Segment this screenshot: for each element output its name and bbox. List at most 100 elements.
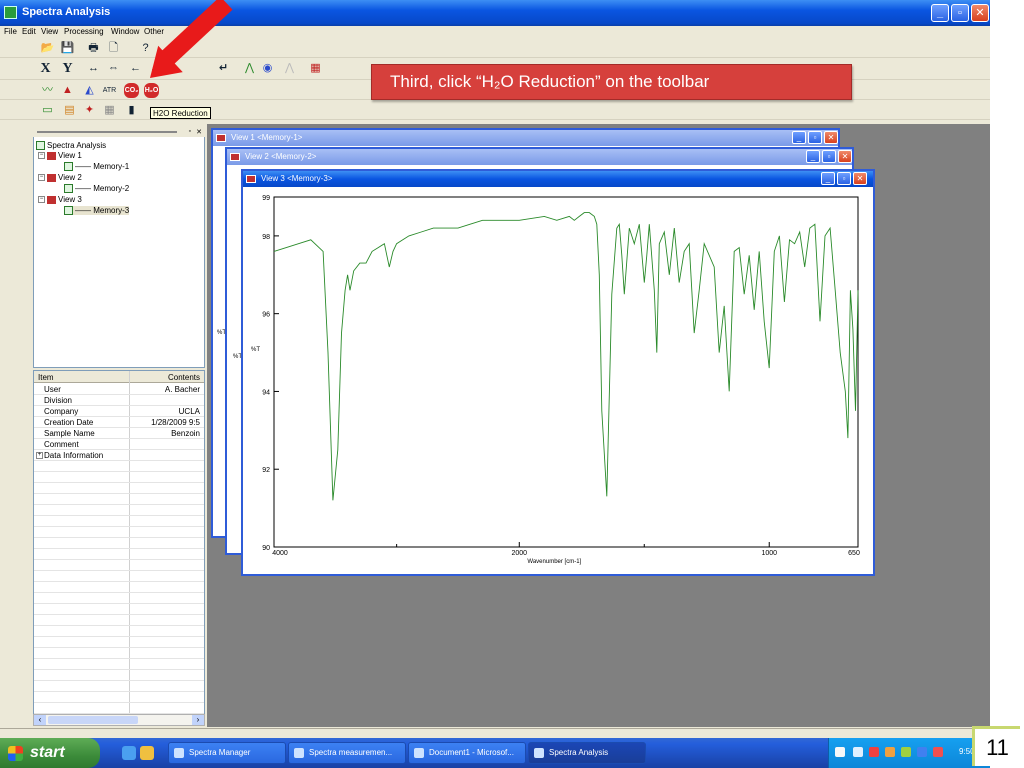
task-spectra-analysis[interactable]: Spectra Analysis [528,742,646,764]
close-panel-icon[interactable]: ✕ [196,128,202,136]
scroll-left-icon[interactable]: ‹ [34,715,46,725]
empty-row [34,637,204,648]
empty-row [34,670,204,681]
minimize-button[interactable]: _ [821,172,835,185]
antivirus-tray-icon[interactable] [869,747,879,757]
browser-icon[interactable] [122,746,136,760]
bar-chart-icon[interactable]: ▮ [124,103,139,118]
property-row[interactable]: Sample Name Benzoin [34,428,204,439]
property-row[interactable]: Division [34,395,204,406]
maximize-button[interactable]: ▫ [808,131,822,144]
spectrum-chart[interactable]: 90 92 94 96 98 99 4000 2000 1000 650 Wavenumber [c… [243,188,873,573]
menu-window[interactable]: Window [111,27,139,36]
menu-file[interactable]: File [4,27,17,36]
x-axis-label: Wavenumber [cm-1] [527,559,581,565]
table-icon[interactable]: ▤ [62,103,77,118]
x-axis-button[interactable]: X [38,61,53,76]
subwindow-title: View 2 <Memory-2> [245,152,317,161]
baseline-icon[interactable]: ▲ [60,83,75,98]
view-label: View 3 [58,195,82,204]
property-row[interactable]: Comment [34,439,204,450]
spectrum-view-icon[interactable]: ▭ [40,103,55,118]
print-icon[interactable]: 🖶 [86,41,101,56]
maximize-button[interactable]: ▫ [951,4,969,22]
title-bar[interactable]: Spectra Analysis _ ▫ ✕ [0,0,990,26]
derivative-icon[interactable]: ◭ [82,83,97,98]
task-spectra-manager[interactable]: Spectra Manager [168,742,286,764]
minimize-button[interactable]: _ [792,131,806,144]
media-icon[interactable] [140,746,154,760]
task-document1[interactable]: Document1 - Microsof... [408,742,526,764]
subwindow-titlebar[interactable]: View 3 <Memory-3> _ ▫ ✕ [243,171,873,187]
restore-panel-icon[interactable]: ▫ [189,128,191,135]
collapse-icon[interactable]: − [38,152,45,160]
collapse-icon[interactable]: − [38,174,45,182]
subwindow-titlebar[interactable]: View 1 <Memory-1> _ ▫ ✕ [213,130,838,146]
maximize-button[interactable]: ▫ [837,172,851,185]
expand-icon[interactable]: ↔ [86,61,101,76]
tree-item-memory-1[interactable]: —— Memory-1 [64,162,129,172]
property-value: A. Bacher [164,385,200,394]
open-icon[interactable]: 📂 [40,41,55,56]
close-button[interactable]: ✕ [971,4,989,22]
app-icon [174,748,184,758]
menu-other[interactable]: Other [144,27,164,36]
column-contents[interactable]: Contents [168,373,200,382]
close-button[interactable]: ✕ [838,150,852,163]
subwindow-view-3[interactable]: View 3 <Memory-3> _ ▫ ✕ 90 92 94 96 98 99 4000… [241,169,875,576]
subwindow-titlebar[interactable]: View 2 <Memory-2> _ ▫ ✕ [227,149,852,165]
co2-reduction-button[interactable]: CO₂ [124,83,139,98]
y-tick-label: 96 [262,312,270,319]
y-axis-button[interactable]: Y [60,61,75,76]
collapse-icon[interactable]: − [38,196,45,204]
menu-view[interactable]: View [41,27,58,36]
tree-item-view-1[interactable]: − View 1 [38,151,82,160]
help-tray-icon[interactable] [835,747,845,757]
return-icon[interactable]: ↵ [216,61,231,76]
minimize-button[interactable]: _ [931,4,949,22]
maximize-button[interactable]: ▫ [822,150,836,163]
tree-item-memory-3[interactable]: —— Memory-3 [64,206,130,216]
tree-item-memory-2[interactable]: —— Memory-2 [64,184,129,194]
peak-icon[interactable]: ⋀ [242,61,257,76]
compress-icon[interactable]: ⇔ [106,61,121,76]
network-tray-icon[interactable] [853,747,863,757]
expand-icon[interactable]: + [36,452,43,459]
property-key: Division [44,396,73,405]
overlay-icon[interactable]: ▦ [308,61,323,76]
atr-button[interactable]: ATR [102,83,117,98]
smoothing-icon[interactable]: 〰 [40,83,55,98]
taskbar: start Spectra Manager Spectra measuremen… [0,738,990,768]
empty-row [34,703,204,714]
save-icon[interactable]: 💾 [60,41,75,56]
property-row[interactable]: + Data Information [34,450,204,461]
horizontal-scrollbar[interactable]: ‹ › [33,714,205,726]
minimize-button[interactable]: _ [806,150,820,163]
security-tray-icon[interactable] [933,747,943,757]
close-button[interactable]: ✕ [853,172,867,185]
tree-item-view-2[interactable]: − View 2 [38,173,82,182]
property-row[interactable]: Company UCLA [34,406,204,417]
column-item[interactable]: Item [38,373,54,382]
grid-icon[interactable]: ▦ [102,103,117,118]
search-peak-icon[interactable]: ◉ [260,61,275,76]
close-button[interactable]: ✕ [824,131,838,144]
scroll-thumb[interactable] [48,716,138,724]
spectra-icon [36,141,45,151]
menu-processing[interactable]: Processing [64,27,104,36]
scroll-right-icon[interactable]: › [192,715,204,725]
color-icon[interactable]: ✦ [82,103,97,118]
print-preview-icon[interactable]: 🗋 [106,41,121,56]
tree-item-view-3[interactable]: − View 3 [38,195,82,204]
empty-row [34,494,204,505]
update-tray-icon[interactable] [901,747,911,757]
start-button[interactable]: start [0,738,100,768]
task-spectra-measurement[interactable]: Spectra measuremen... [288,742,406,764]
tree-root[interactable]: Spectra Analysis [36,141,106,151]
grip-handle[interactable] [37,131,177,133]
volume-tray-icon[interactable] [917,747,927,757]
property-row[interactable]: Creation Date 1/28/2009 9:5 [34,417,204,428]
menu-edit[interactable]: Edit [22,27,36,36]
printer-tray-icon[interactable] [885,747,895,757]
property-row[interactable]: User A. Bacher [34,384,204,395]
